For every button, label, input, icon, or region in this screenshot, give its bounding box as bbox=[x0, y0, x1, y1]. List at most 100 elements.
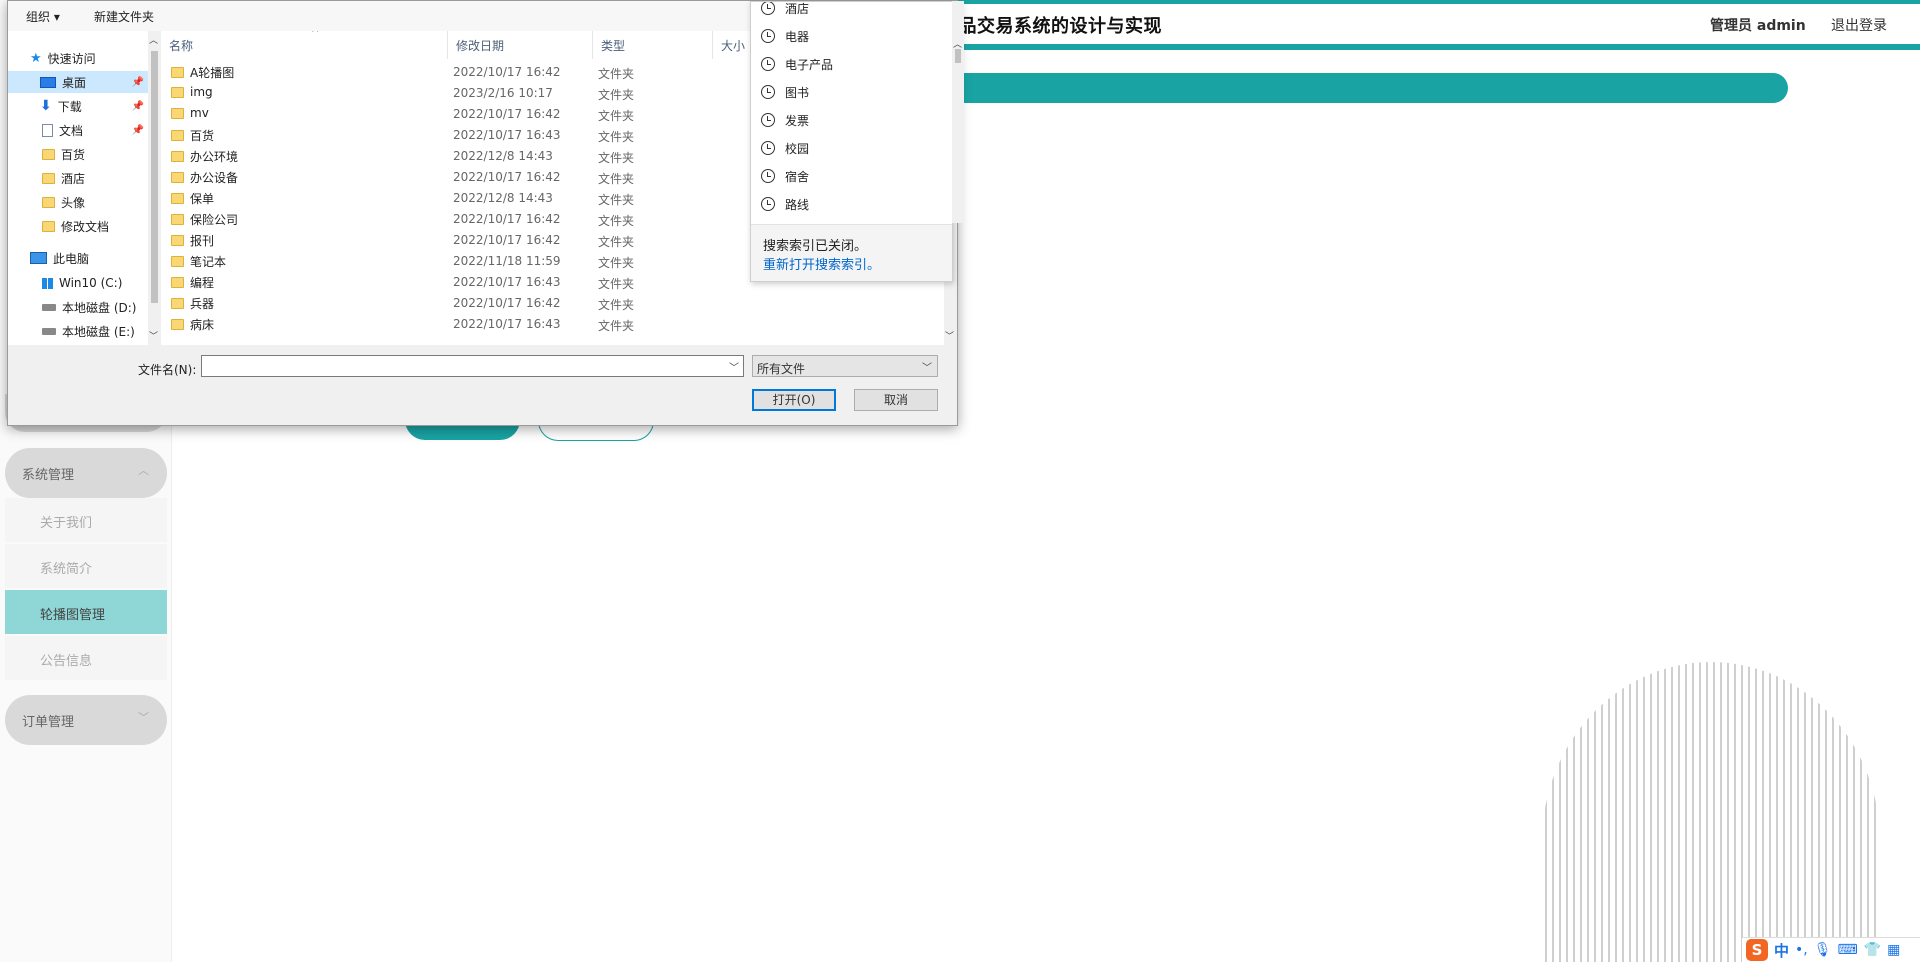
logout-link[interactable]: 退出登录 bbox=[1831, 15, 1887, 35]
table-row[interactable]: 保单 2022/12/8 14:43 文件夹 bbox=[161, 187, 744, 208]
file-date: 2022/10/17 16:42 bbox=[453, 65, 561, 79]
file-type: 文件夹 bbox=[598, 277, 635, 291]
nav-downloads[interactable]: ⬇ 下载 📌 bbox=[8, 95, 148, 117]
nav-desktop[interactable]: 桌面 📌 bbox=[8, 71, 148, 93]
organize-menu[interactable]: 组织 ▾ bbox=[26, 8, 60, 25]
column-header-name[interactable]: 名称 bbox=[161, 31, 448, 59]
scrollbar-thumb[interactable] bbox=[151, 51, 158, 303]
column-header-type[interactable]: 类型 bbox=[593, 31, 713, 59]
search-history-scrollbar[interactable]: ︿ bbox=[952, 1, 964, 223]
search-history-item[interactable]: 宿舍 bbox=[761, 164, 809, 188]
file-date: 2022/12/8 14:43 bbox=[453, 149, 553, 163]
sidebar-item-about[interactable]: 关于我们 bbox=[5, 498, 167, 542]
table-row[interactable]: 办公环境 2022/12/8 14:43 文件夹 bbox=[161, 145, 744, 166]
sidebar-item-label: 轮播图管理 bbox=[40, 608, 106, 623]
pc-icon bbox=[30, 252, 47, 264]
file-type: 文件夹 bbox=[598, 298, 635, 312]
nav-drive-c[interactable]: Win10 (C:) bbox=[42, 272, 122, 294]
sidebar-group-system[interactable]: 系统管理 ︿ bbox=[5, 448, 167, 498]
nav-folder-hotel[interactable]: 酒店 bbox=[42, 167, 85, 189]
file-name-text: A轮播图 bbox=[190, 66, 235, 80]
file-name: 病床 bbox=[171, 316, 214, 333]
sidebar-item-notices[interactable]: 公告信息 bbox=[5, 636, 167, 680]
file-date: 2022/10/17 16:42 bbox=[453, 107, 561, 121]
search-history-item[interactable]: 电器 bbox=[761, 24, 809, 48]
folder-icon bbox=[171, 277, 184, 288]
chevron-down-icon[interactable]: ﹀ bbox=[729, 359, 739, 374]
table-row[interactable]: mv 2022/10/17 16:42 文件夹 bbox=[161, 103, 744, 124]
nav-folder-editdocs[interactable]: 修改文档 bbox=[42, 215, 109, 237]
file-date: 2022/10/17 16:43 bbox=[453, 275, 561, 289]
scrollbar-thumb[interactable] bbox=[955, 49, 961, 63]
table-row[interactable]: 兵器 2022/10/17 16:42 文件夹 bbox=[161, 292, 744, 313]
nav-label: 百货 bbox=[61, 147, 86, 162]
search-history-text: 宿舍 bbox=[785, 169, 810, 184]
column-header-date[interactable]: 修改日期 bbox=[448, 31, 593, 59]
page-banner-bar bbox=[940, 73, 1788, 103]
cancel-button[interactable]: 取消 bbox=[854, 389, 938, 411]
table-row[interactable]: 报刊 2022/10/17 16:42 文件夹 bbox=[161, 229, 744, 250]
table-row[interactable]: 保险公司 2022/10/17 16:42 文件夹 bbox=[161, 208, 744, 229]
search-history-item[interactable]: 校园 bbox=[761, 136, 809, 160]
nav-documents[interactable]: 文档 📌 bbox=[8, 119, 148, 141]
folder-icon bbox=[171, 86, 184, 98]
file-date: 2022/10/17 16:42 bbox=[453, 233, 561, 247]
table-row[interactable]: 编程 2022/10/17 16:43 文件夹 bbox=[161, 271, 744, 292]
search-history-text: 图书 bbox=[785, 85, 810, 100]
stripe-pattern bbox=[1545, 662, 1876, 962]
file-name-text: 办公环境 bbox=[190, 150, 239, 164]
chevron-down-icon[interactable]: ﹀ bbox=[149, 329, 158, 342]
file-name: 保单 bbox=[171, 190, 214, 207]
table-row[interactable]: 百货 2022/10/17 16:43 文件夹 bbox=[161, 124, 744, 145]
chevron-up-icon[interactable]: ︿ bbox=[149, 33, 158, 46]
microphone-icon[interactable]: 🎙 bbox=[1814, 942, 1832, 958]
nav-folder-avatar[interactable]: 头像 bbox=[42, 191, 85, 213]
sidebar-item-intro[interactable]: 系统简介 bbox=[5, 544, 167, 588]
search-history-item[interactable]: 路线 bbox=[761, 192, 809, 216]
filetype-select[interactable]: 所有文件 ﹀ bbox=[752, 355, 938, 377]
open-button[interactable]: 打开(O) bbox=[752, 389, 836, 411]
file-name: 报刊 bbox=[171, 232, 214, 249]
folder-icon bbox=[42, 196, 55, 208]
sidebar-group-orders[interactable]: 订单管理 ﹀ bbox=[5, 695, 167, 745]
nav-scrollbar[interactable]: ︿ ﹀ bbox=[148, 31, 161, 345]
nav-label: 修改文档 bbox=[61, 219, 110, 234]
chevron-down-icon[interactable]: ﹀ bbox=[945, 329, 954, 342]
folder-icon bbox=[171, 151, 184, 162]
search-history-item[interactable]: 电子产品 bbox=[761, 52, 833, 76]
table-row[interactable]: A轮播图 2022/10/17 16:42 文件夹 bbox=[161, 61, 744, 82]
table-row[interactable]: 办公设备 2022/10/17 16:42 文件夹 bbox=[161, 166, 744, 187]
reopen-search-index-link[interactable]: 重新打开搜索索引。 bbox=[763, 254, 880, 273]
file-name-text: 办公设备 bbox=[190, 171, 239, 185]
file-name-text: 保险公司 bbox=[190, 213, 239, 227]
skin-icon[interactable]: 👕 bbox=[1864, 942, 1881, 958]
table-row[interactable]: 笔记本 2022/11/18 11:59 文件夹 bbox=[161, 250, 744, 271]
search-history-item[interactable]: 酒店 bbox=[761, 2, 809, 20]
search-history-item[interactable]: 图书 bbox=[761, 80, 809, 104]
nav-folder-baihuo[interactable]: 百货 bbox=[42, 143, 85, 165]
nav-this-pc[interactable]: 此电脑 bbox=[30, 247, 89, 269]
nav-drive-e[interactable]: 本地磁盘 (E:) bbox=[42, 320, 135, 342]
dialog-footer: 文件名(N): ﹀ 所有文件 ﹀ 打开(O) 取消 bbox=[8, 345, 957, 425]
nav-quick-access[interactable]: ★ 快速访问 bbox=[30, 47, 96, 69]
table-row[interactable]: img 2023/2/16 10:17 文件夹 bbox=[161, 82, 744, 103]
file-name: mv bbox=[171, 106, 209, 120]
sogou-ime-icon[interactable]: S bbox=[1746, 939, 1768, 961]
nav-label: 快速访问 bbox=[47, 51, 96, 66]
keyboard-icon[interactable]: ⌨ bbox=[1838, 942, 1858, 958]
folder-icon bbox=[171, 67, 184, 78]
pin-icon: 📌 bbox=[131, 100, 144, 112]
punctuation-toggle[interactable]: •, bbox=[1795, 942, 1808, 958]
folder-icon bbox=[171, 130, 184, 141]
nav-drive-d[interactable]: 本地磁盘 (D:) bbox=[42, 296, 136, 318]
sidebar-item-carousel[interactable]: 轮播图管理 bbox=[5, 590, 167, 634]
search-history-item[interactable]: 发票 bbox=[761, 108, 809, 132]
apps-icon[interactable]: ▦ bbox=[1887, 942, 1900, 958]
new-folder-button[interactable]: 新建文件夹 bbox=[94, 8, 154, 25]
table-row[interactable]: 病床 2022/10/17 16:43 文件夹 bbox=[161, 313, 744, 334]
file-name: 笔记本 bbox=[171, 253, 226, 270]
file-date: 2022/10/17 16:42 bbox=[453, 170, 561, 184]
ime-mode-toggle[interactable]: 中 bbox=[1774, 940, 1789, 961]
filename-input[interactable]: ﹀ bbox=[201, 355, 744, 377]
history-icon bbox=[761, 29, 775, 43]
